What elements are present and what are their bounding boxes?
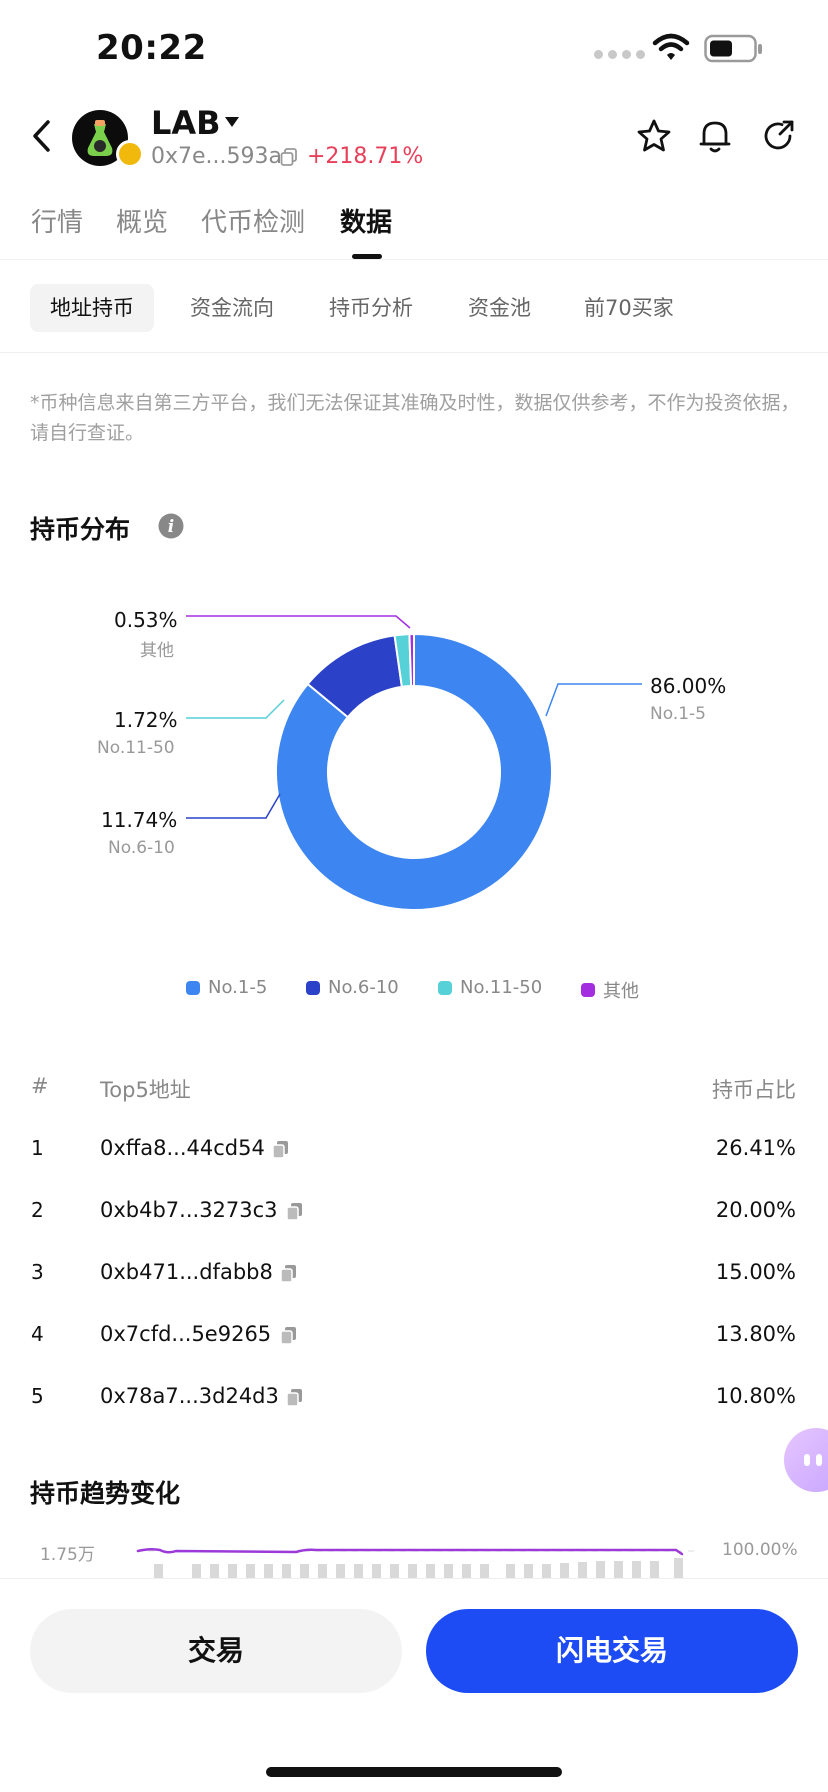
row-share: 20.00% — [715, 1198, 796, 1222]
table-row: 3 0xb471...dfabb8 15.00% — [0, 1260, 828, 1322]
cellular-signal-icon — [594, 50, 645, 59]
caret-down-icon[interactable] — [224, 116, 240, 128]
back-chevron-icon[interactable] — [28, 118, 56, 154]
info-icon[interactable]: i — [158, 513, 184, 539]
tab-overview[interactable]: 概览 — [116, 202, 168, 239]
leader-line-other — [186, 615, 411, 629]
status-time: 20:22 — [96, 28, 207, 68]
table-header-share: 持币占比 — [712, 1078, 796, 1102]
copy-icon[interactable] — [280, 148, 298, 166]
legend-swatch — [438, 980, 452, 995]
copy-icon[interactable] — [272, 1140, 290, 1160]
bell-icon[interactable] — [698, 118, 732, 154]
table-row: 1 0xffa8...44cd54 26.41% — [0, 1136, 828, 1198]
divider — [0, 352, 828, 353]
row-share: 15.00% — [715, 1260, 796, 1284]
trend-title: 持币趋势变化 — [30, 1479, 181, 1508]
chain-badge-icon — [116, 140, 144, 168]
leader-line-6-10 — [186, 793, 281, 819]
legend-label: No.11-50 — [460, 977, 543, 998]
svg-text:i: i — [168, 517, 174, 537]
row-address: 0xb471...dfabb8 — [100, 1260, 273, 1284]
row-rank: 5 — [31, 1384, 44, 1408]
flash-trade-button[interactable]: 闪电交易 — [426, 1609, 798, 1693]
token-header: LAB 0x7e...593a +218.71% — [0, 100, 828, 190]
row-share: 26.41% — [715, 1136, 796, 1160]
row-address: 0xffa8...44cd54 — [100, 1136, 265, 1160]
legend-item-other[interactable]: 其他 — [581, 977, 639, 1003]
trade-button[interactable]: 交易 — [30, 1609, 402, 1693]
chart-legend: No.1-5 No.6-10 No.11-50 其他 — [0, 977, 828, 1005]
legend-label: No.1-5 — [208, 977, 268, 998]
trend-chart — [136, 1547, 696, 1580]
legend-item-1-5[interactable]: No.1-5 — [186, 977, 267, 998]
label-6-10-value: 11.74% — [101, 808, 178, 832]
trend-axis-left-label: 1.75万 — [40, 1545, 95, 1565]
label-11-50-category: No.11-50 — [97, 738, 175, 758]
tab-token-check[interactable]: 代币检测 — [201, 202, 305, 239]
table-row: 2 0xb4b7...3273c3 20.00% — [0, 1198, 828, 1260]
star-icon[interactable] — [636, 118, 672, 154]
copy-icon[interactable] — [280, 1264, 298, 1284]
legend-label: No.6-10 — [328, 977, 399, 998]
row-rank: 3 — [31, 1260, 44, 1284]
donut-chart — [186, 615, 642, 911]
row-share: 13.80% — [715, 1322, 796, 1346]
subtab-top70-buyers[interactable]: 前70买家 — [584, 284, 674, 332]
row-share: 10.80% — [715, 1384, 796, 1408]
copy-icon[interactable] — [286, 1202, 304, 1222]
copy-icon[interactable] — [286, 1388, 304, 1408]
assistant-bubble[interactable] — [784, 1428, 828, 1492]
wifi-icon — [652, 33, 690, 60]
assistant-face-icon — [804, 1454, 822, 1466]
label-other-value: 0.53% — [114, 608, 178, 632]
row-rank: 4 — [31, 1322, 44, 1346]
bottom-action-bar: 交易 闪电交易 — [0, 1578, 828, 1792]
legend-item-6-10[interactable]: No.6-10 — [306, 977, 399, 998]
disclaimer-text: *币种信息来自第三方平台，我们无法保证其准确及时性，数据仅供参考，不作为投资依据… — [30, 392, 800, 444]
token-address: 0x7e...593a — [151, 144, 283, 169]
copy-icon[interactable] — [280, 1326, 298, 1346]
slice-other[interactable] — [408, 632, 415, 688]
table-row: 4 0x7cfd...5e9265 13.80% — [0, 1322, 828, 1384]
holding-distribution-chart: 0.53% 其他 1.72% No.11-50 11.74% No.6-10 8… — [0, 580, 828, 940]
table-row: 5 0x78a7...3d24d3 10.80% — [0, 1384, 828, 1446]
tab-market[interactable]: 行情 — [31, 202, 83, 239]
label-6-10-category: No.6-10 — [108, 838, 175, 858]
legend-swatch — [186, 980, 200, 995]
legend-swatch — [581, 983, 595, 997]
subtab-address-holdings[interactable]: 地址持币 — [30, 284, 154, 332]
label-1-5-category: No.1-5 — [650, 704, 706, 724]
distribution-title: 持币分布 — [30, 515, 131, 544]
legend-swatch — [306, 980, 320, 995]
subtab-fund-flow[interactable]: 资金流向 — [190, 284, 274, 332]
label-1-5-value: 86.00% — [650, 674, 727, 698]
price-change: +218.71% — [307, 144, 424, 169]
legend-label: 其他 — [603, 981, 639, 1002]
home-indicator — [266, 1767, 562, 1777]
subtab-liquidity-pool[interactable]: 资金池 — [468, 284, 531, 332]
label-11-50-value: 1.72% — [114, 708, 178, 732]
legend-item-11-50[interactable]: No.11-50 — [438, 977, 542, 998]
row-address: 0xb4b7...3273c3 — [100, 1198, 278, 1222]
battery-icon — [704, 34, 762, 63]
tab-data[interactable]: 数据 — [340, 202, 392, 239]
token-name[interactable]: LAB — [151, 104, 221, 142]
row-rank: 1 — [31, 1136, 44, 1160]
share-icon[interactable] — [760, 118, 796, 154]
leader-line-1-5 — [545, 683, 642, 717]
table-header-address: Top5地址 — [100, 1078, 191, 1102]
table-header-rank: # — [31, 1074, 49, 1098]
label-other-category: 其他 — [140, 641, 174, 661]
row-address: 0x78a7...3d24d3 — [100, 1384, 279, 1408]
sub-tabs: 地址持币 资金流向 持币分析 资金池 前70买家 — [0, 284, 828, 334]
subtab-holding-analysis[interactable]: 持币分析 — [329, 284, 413, 332]
leader-line-11-50 — [186, 699, 285, 719]
row-address: 0x7cfd...5e9265 — [100, 1322, 272, 1346]
row-rank: 2 — [31, 1198, 44, 1222]
main-tabs: 行情 概览 代币检测 数据 — [0, 196, 828, 260]
status-bar: 20:22 — [0, 0, 828, 96]
trend-axis-right-label: 100.00% — [722, 1540, 798, 1560]
active-tab-indicator — [352, 254, 382, 259]
